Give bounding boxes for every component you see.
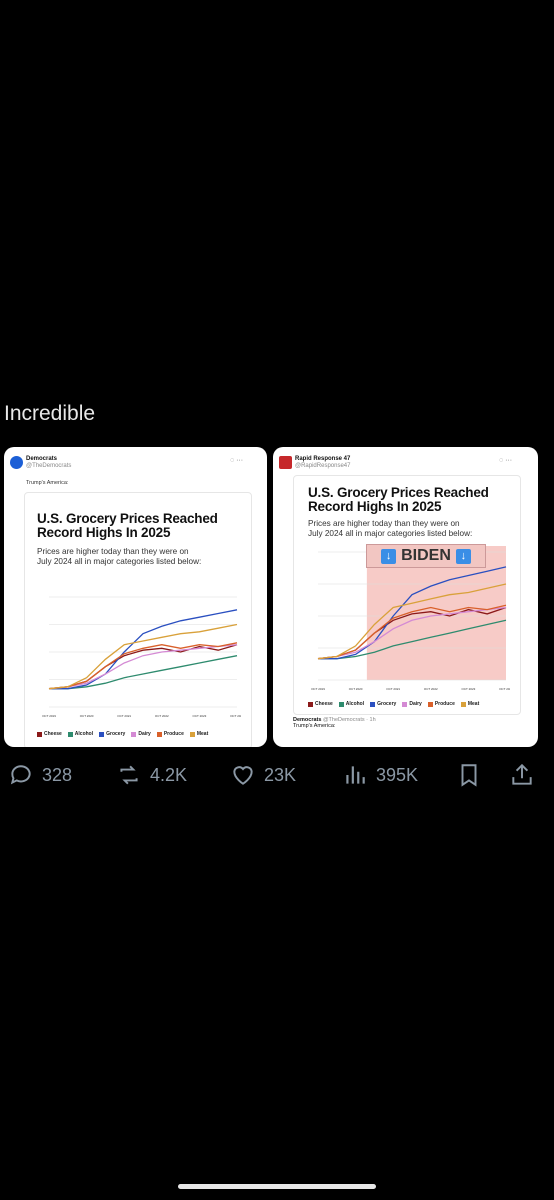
legend-label: Produce <box>163 731 184 737</box>
legend-swatch <box>370 701 376 707</box>
quoted-text: Trump's America: <box>293 723 336 729</box>
share-icon <box>512 763 532 785</box>
legend-item-produce: Produce <box>156 731 184 737</box>
right-chart-legend: Cheese Alcohol Grocery Dairy Produce Meat <box>308 701 479 707</box>
share-button[interactable] <box>509 762 535 788</box>
legend-item-dairy: Dairy <box>402 701 422 707</box>
legend-label: Dairy <box>409 701 422 707</box>
legend-item-dairy: Dairy <box>131 731 151 737</box>
legend-swatch <box>308 701 313 707</box>
x-tick-label: OCT 2020 <box>349 687 363 691</box>
left-line-chart: OCT 2019 OCT 2020 OCT 2021 OCT 2022 OCT 2023… <box>42 596 241 718</box>
legend-item-cheese: Cheese <box>37 731 62 737</box>
bookmark-button[interactable] <box>456 762 482 788</box>
graphic-subtitle: Prices are higher today than they were o… <box>308 519 473 538</box>
right-post-header: Rapid Response 47 @RapidResponse47 <box>295 456 350 470</box>
legend-item-alcohol: Alcohol <box>338 701 365 707</box>
left-author: Democrats <box>26 456 58 462</box>
legend-item-meat: Meat <box>189 731 209 737</box>
legend-label: Cheese <box>44 731 62 737</box>
views-button[interactable]: 395K <box>342 762 418 788</box>
biden-overlay-label: ↓ BIDEN ↓ <box>366 544 486 568</box>
x-tick-label: OCT 2022 <box>424 687 438 691</box>
legend-label: Alcohol <box>345 701 365 707</box>
repost-button[interactable]: 4.2K <box>116 762 187 788</box>
legend-item-alcohol: Alcohol <box>67 731 94 737</box>
x-tick-label: OCT 2021 <box>386 687 400 691</box>
graphic-subtitle: Prices are higher today than they were o… <box>37 547 202 566</box>
legend-swatch <box>156 731 162 737</box>
legend-swatch <box>67 731 73 737</box>
legend-label: Meat <box>467 701 480 707</box>
legend-label: Alcohol <box>74 731 94 737</box>
reply-icon <box>10 765 31 785</box>
legend-label: Grocery <box>106 731 126 737</box>
right-handle: @RapidResponse47 <box>295 463 351 469</box>
left-post-text: Trump's America: <box>26 480 69 486</box>
legend-label: Cheese <box>315 701 333 707</box>
graphic-title: U.S. Grocery Prices Reached Record Highs… <box>308 485 489 514</box>
series-line-grocery <box>49 609 238 690</box>
x-tick-label: OCT 2019 <box>311 687 325 691</box>
repost-icon <box>120 765 138 785</box>
x-tick-label: OCT 2021 <box>117 714 131 718</box>
legend-swatch <box>37 731 42 737</box>
x-tick-label: OCT 2020 <box>80 714 94 718</box>
down-arrow-icon: ↓ <box>455 548 471 564</box>
down-arrow-icon: ↓ <box>381 548 397 564</box>
graphic-title: U.S. Grocery Prices Reached Record Highs… <box>37 511 218 540</box>
x-tick-label: OCT 2023 <box>462 687 476 691</box>
reply-button[interactable]: 328 <box>8 762 72 788</box>
quoted-post-header: Democrats @TheDemocrats · 1h Trump's Ame… <box>293 717 376 729</box>
left-graphic: U.S. Grocery Prices Reached Record Highs… <box>24 492 252 747</box>
right-post-screenshot: Rapid Response 47 @RapidResponse47 ◌ ···… <box>273 447 538 747</box>
legend-swatch <box>131 731 137 737</box>
legend-label: Meat <box>196 731 209 737</box>
legend-swatch <box>427 701 433 707</box>
left-chart-legend: Cheese Alcohol Grocery Dairy Produce Meat <box>37 731 208 737</box>
legend-swatch <box>99 731 105 737</box>
legend-label: Dairy <box>138 731 151 737</box>
legend-item-grocery: Grocery <box>99 731 125 737</box>
legend-item-grocery: Grocery <box>370 701 396 707</box>
bookmark-icon <box>461 764 477 787</box>
legend-swatch <box>189 731 195 737</box>
right-author: Rapid Response 47 <box>295 456 351 462</box>
home-indicator[interactable] <box>178 1184 376 1189</box>
post-caption: Incredible <box>4 402 96 425</box>
x-tick-label: OCT 2024 <box>499 687 510 691</box>
views-icon <box>346 766 365 784</box>
grok-icon: ◌ ··· <box>230 457 244 464</box>
like-button[interactable]: 23K <box>230 762 296 788</box>
legend-item-produce: Produce <box>427 701 455 707</box>
heart-icon <box>233 766 253 785</box>
legend-swatch <box>460 701 466 707</box>
left-handle: @TheDemocrats <box>26 463 72 469</box>
democrats-avatar <box>10 456 23 469</box>
x-tick-label: OCT 2019 <box>42 714 56 718</box>
left-post-screenshot: Democrats @TheDemocrats ◌ ··· Trump's Am… <box>4 447 267 747</box>
right-graphic: U.S. Grocery Prices Reached Record Highs… <box>293 475 521 715</box>
legend-swatch <box>402 701 408 707</box>
left-post-header: Democrats @TheDemocrats <box>26 456 71 470</box>
x-tick-label: OCT 2024 <box>230 714 241 718</box>
grok-icon: ◌ ··· <box>499 457 513 464</box>
post-action-bar: 328 4.2K 23K 395K <box>0 762 554 792</box>
legend-item-meat: Meat <box>460 701 480 707</box>
legend-label: Grocery <box>377 701 397 707</box>
x-tick-label: OCT 2023 <box>193 714 207 718</box>
legend-item-cheese: Cheese <box>308 701 333 707</box>
legend-swatch <box>338 701 344 707</box>
rapid-response-avatar <box>279 456 292 469</box>
right-line-chart: OCT 2019 OCT 2020 OCT 2021 OCT 2022 OCT 2023… <box>311 546 510 691</box>
x-tick-label: OCT 2022 <box>155 714 169 718</box>
legend-label: Produce <box>434 701 455 707</box>
